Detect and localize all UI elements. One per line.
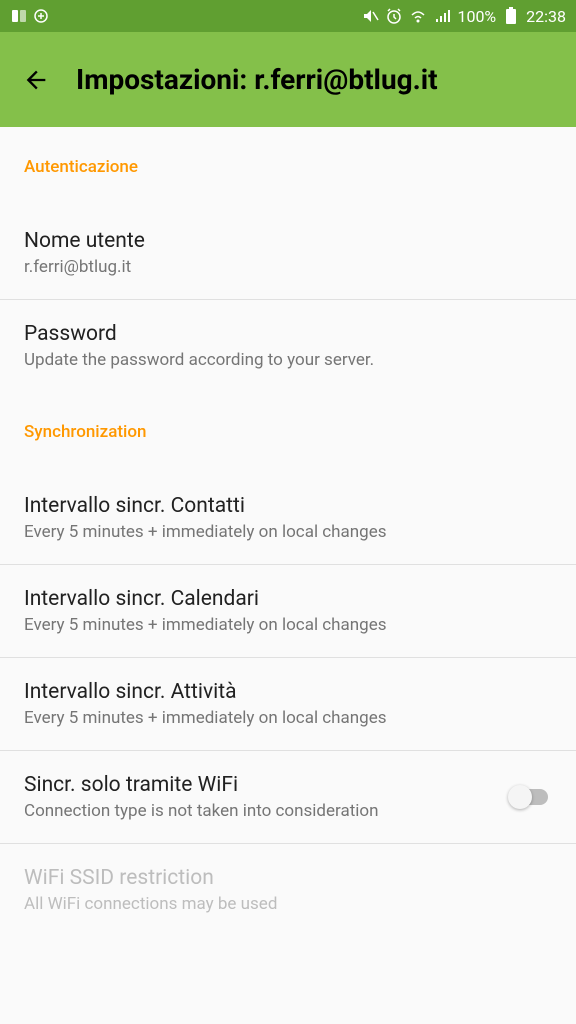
setting-title: Sincr. solo tramite WiFi	[24, 773, 508, 797]
signal-icon	[433, 7, 451, 25]
section-header-sync: Synchronization	[0, 392, 576, 450]
toggle-thumb	[508, 785, 532, 809]
setting-subtitle: Update the password according to your se…	[24, 350, 552, 370]
setting-title: Intervallo sincr. Attività	[24, 680, 552, 704]
setting-value: r.ferri@btlug.it	[24, 257, 552, 277]
wifi-icon	[409, 7, 427, 25]
setting-title: Intervallo sincr. Calendari	[24, 587, 552, 611]
page-title: Impostazioni: r.ferri@btlug.it	[76, 63, 438, 96]
setting-sync-tasks[interactable]: Intervallo sincr. Attività Every 5 minut…	[0, 658, 576, 751]
setting-subtitle: Every 5 minutes + immediately on local c…	[24, 615, 552, 635]
setting-wifi-ssid: WiFi SSID restriction All WiFi connectio…	[0, 844, 576, 936]
section-header-auth: Autenticazione	[0, 127, 576, 185]
setting-username[interactable]: Nome utente r.ferri@btlug.it	[0, 207, 576, 300]
setting-title: Intervallo sincr. Contatti	[24, 494, 552, 518]
status-bar: 100% 22:38	[0, 0, 576, 32]
mute-icon	[361, 7, 379, 25]
setting-subtitle: All WiFi connections may be used	[24, 894, 552, 914]
clock: 22:38	[526, 7, 566, 26]
battery-percentage: 100%	[457, 7, 496, 26]
app-bar: Impostazioni: r.ferri@btlug.it	[0, 32, 576, 127]
setting-title: Nome utente	[24, 229, 552, 253]
setting-sync-contacts[interactable]: Intervallo sincr. Contatti Every 5 minut…	[0, 472, 576, 565]
setting-subtitle: Connection type is not taken into consid…	[24, 801, 508, 821]
status-left	[10, 7, 50, 25]
notification-icon-1	[10, 7, 28, 25]
setting-password[interactable]: Password Update the password according t…	[0, 300, 576, 392]
wifi-only-toggle[interactable]	[508, 783, 552, 811]
status-right: 100% 22:38	[361, 7, 566, 26]
setting-title: Password	[24, 322, 552, 346]
alarm-icon	[385, 7, 403, 25]
setting-title: WiFi SSID restriction	[24, 866, 552, 890]
notification-icon-2	[32, 7, 50, 25]
setting-subtitle: Every 5 minutes + immediately on local c…	[24, 708, 552, 728]
battery-icon	[502, 7, 520, 25]
settings-content: Autenticazione Nome utente r.ferri@btlug…	[0, 127, 576, 936]
setting-sync-calendars[interactable]: Intervallo sincr. Calendari Every 5 minu…	[0, 565, 576, 658]
back-button[interactable]	[20, 64, 52, 96]
setting-subtitle: Every 5 minutes + immediately on local c…	[24, 522, 552, 542]
setting-wifi-only[interactable]: Sincr. solo tramite WiFi Connection type…	[0, 751, 576, 844]
arrow-left-icon	[22, 66, 50, 94]
